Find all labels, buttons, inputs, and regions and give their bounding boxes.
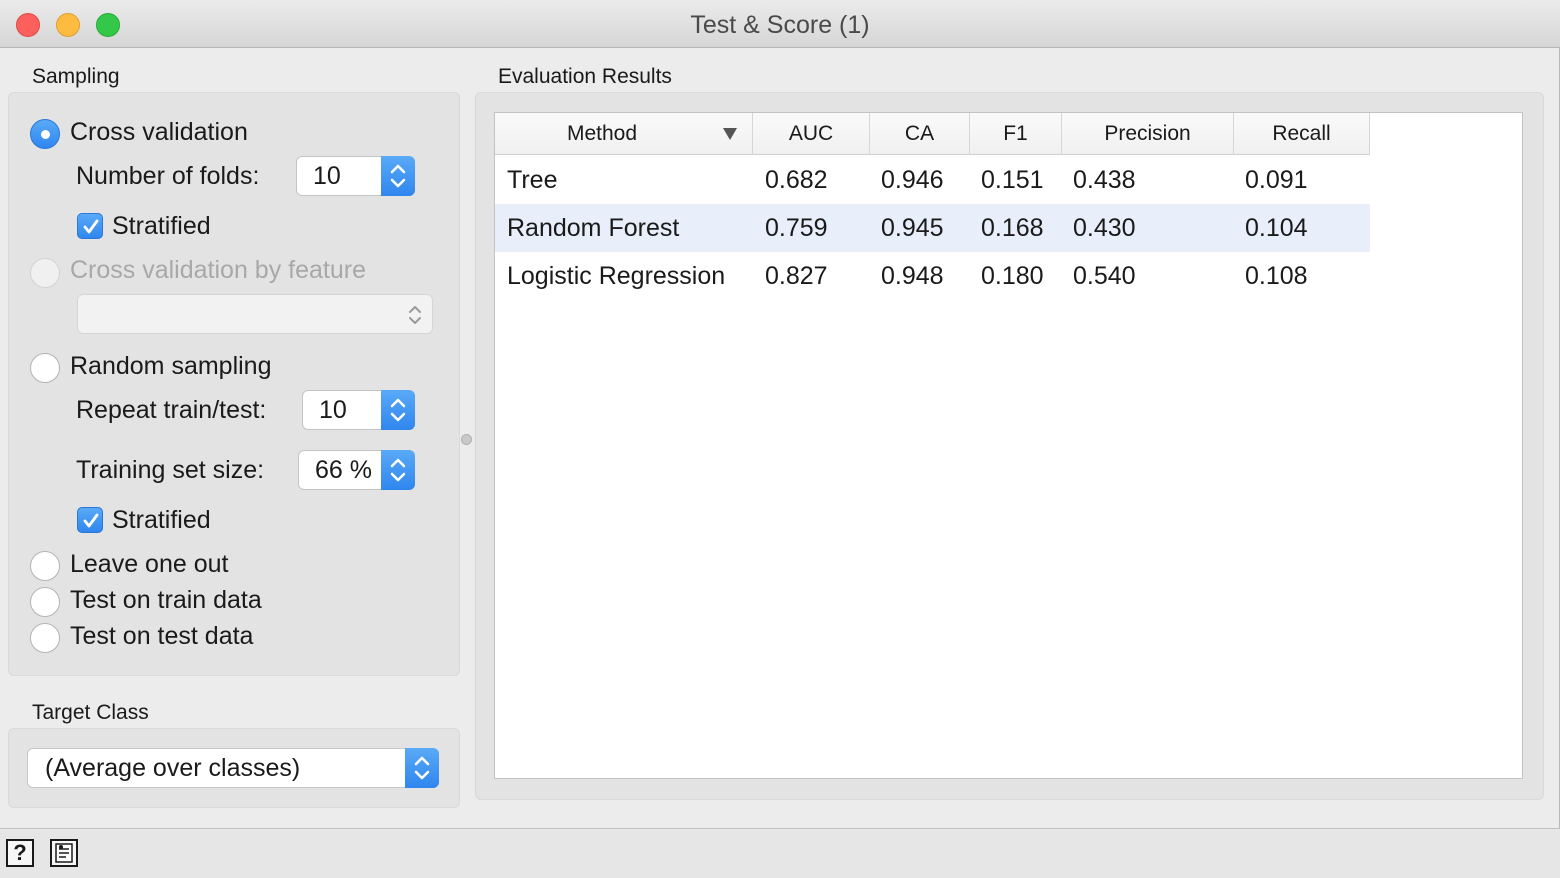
random-sampling-label[interactable]: Random sampling (70, 352, 272, 381)
up-down-arrows-icon (409, 306, 421, 324)
cell-auc: 0.827 (765, 262, 828, 290)
question-mark-icon: ? (13, 840, 27, 865)
repeat-train-test-spinbox[interactable]: 10 (302, 390, 415, 430)
test-and-score-window: Test & Score (1) Sampling Cross validati… (0, 0, 1560, 878)
status-bar: ? (0, 828, 1560, 878)
report-button[interactable] (50, 839, 78, 867)
number-of-folds-stepper[interactable] (381, 156, 415, 196)
sampling-section-label: Sampling (32, 65, 120, 88)
window-title: Test & Score (1) (690, 11, 870, 39)
number-of-folds-spinbox[interactable]: 10 (296, 156, 415, 196)
cell-method: Random Forest (507, 214, 680, 242)
cell-recall: 0.104 (1245, 214, 1308, 242)
cell-auc: 0.682 (765, 166, 828, 194)
table-header: Method AUC CA F1 Precision Recall (495, 113, 1370, 155)
up-down-arrows-icon (414, 756, 430, 780)
target-class-stepper[interactable] (405, 748, 439, 788)
column-header-recall[interactable]: Recall (1234, 113, 1370, 155)
cell-f1: 0.151 (981, 166, 1044, 194)
test-on-train-data-label[interactable]: Test on train data (70, 586, 262, 615)
repeat-train-test-stepper[interactable] (381, 390, 415, 430)
cell-ca: 0.946 (881, 166, 944, 194)
cell-precision: 0.430 (1073, 214, 1136, 242)
test-on-test-data-radio[interactable] (30, 623, 60, 653)
training-set-size-value[interactable]: 66 % (315, 456, 372, 485)
cell-f1: 0.168 (981, 214, 1044, 242)
column-header-f1[interactable]: F1 (970, 113, 1062, 155)
number-of-folds-value[interactable]: 10 (313, 162, 341, 191)
splitter-handle[interactable] (461, 434, 472, 445)
up-down-arrows-icon (390, 458, 406, 482)
table-row[interactable]: Random Forest 0.759 0.945 0.168 0.430 0.… (495, 204, 1370, 252)
test-on-train-data-radio[interactable] (30, 587, 60, 617)
cell-recall: 0.108 (1245, 262, 1308, 290)
test-on-test-data-label[interactable]: Test on test data (70, 622, 253, 651)
repeat-train-test-value[interactable]: 10 (319, 396, 347, 425)
cell-method: Tree (507, 166, 558, 194)
column-header-ca[interactable]: CA (870, 113, 970, 155)
training-set-size-label: Training set size: (76, 456, 265, 484)
random-sampling-radio[interactable] (30, 353, 60, 383)
number-of-folds-label: Number of folds: (76, 162, 260, 190)
feature-select[interactable] (77, 294, 433, 334)
rs-stratified-checkbox[interactable] (77, 507, 103, 533)
leave-one-out-label[interactable]: Leave one out (70, 550, 228, 579)
cv-stratified-label[interactable]: Stratified (112, 212, 211, 241)
evaluation-results-table[interactable]: Method AUC CA F1 Precision Recall Tree 0… (494, 112, 1523, 779)
cell-ca: 0.945 (881, 214, 944, 242)
column-header-method[interactable]: Method (495, 113, 753, 155)
cross-validation-label[interactable]: Cross validation (70, 118, 248, 147)
leave-one-out-radio[interactable] (30, 551, 60, 581)
cell-method: Logistic Regression (507, 262, 726, 290)
cell-recall: 0.091 (1245, 166, 1308, 194)
checkmark-icon (83, 513, 99, 528)
cross-validation-by-feature-label[interactable]: Cross validation by feature (70, 256, 366, 285)
report-icon (55, 843, 73, 863)
title-bar[interactable]: Test & Score (1) (0, 0, 1560, 48)
sort-descending-icon (723, 128, 737, 140)
cross-validation-by-feature-radio[interactable] (30, 258, 60, 288)
column-header-precision[interactable]: Precision (1062, 113, 1234, 155)
up-down-arrows-icon (390, 398, 406, 422)
target-class-value: (Average over classes) (45, 754, 301, 782)
cell-auc: 0.759 (765, 214, 828, 242)
training-set-size-stepper[interactable] (381, 450, 415, 490)
cell-ca: 0.948 (881, 262, 944, 290)
table-row[interactable]: Tree 0.682 0.946 0.151 0.438 0.091 (495, 156, 1370, 204)
cross-validation-radio[interactable] (30, 119, 60, 149)
target-class-select[interactable]: (Average over classes) (27, 748, 439, 788)
help-button[interactable]: ? (6, 839, 34, 867)
feature-select-arrows (398, 295, 432, 333)
target-class-section-label: Target Class (32, 701, 149, 724)
cell-precision: 0.438 (1073, 166, 1136, 194)
column-header-label: Method (567, 122, 638, 145)
cell-f1: 0.180 (981, 262, 1044, 290)
repeat-train-test-label: Repeat train/test: (76, 396, 267, 424)
up-down-arrows-icon (390, 164, 406, 188)
training-set-size-spinbox[interactable]: 66 % (298, 450, 415, 490)
cell-precision: 0.540 (1073, 262, 1136, 290)
cv-stratified-checkbox[interactable] (77, 213, 103, 239)
rs-stratified-label[interactable]: Stratified (112, 506, 211, 535)
checkmark-icon (83, 219, 99, 234)
column-header-auc[interactable]: AUC (753, 113, 870, 155)
evaluation-results-section-label: Evaluation Results (498, 65, 672, 88)
table-row[interactable]: Logistic Regression 0.827 0.948 0.180 0.… (495, 252, 1370, 300)
